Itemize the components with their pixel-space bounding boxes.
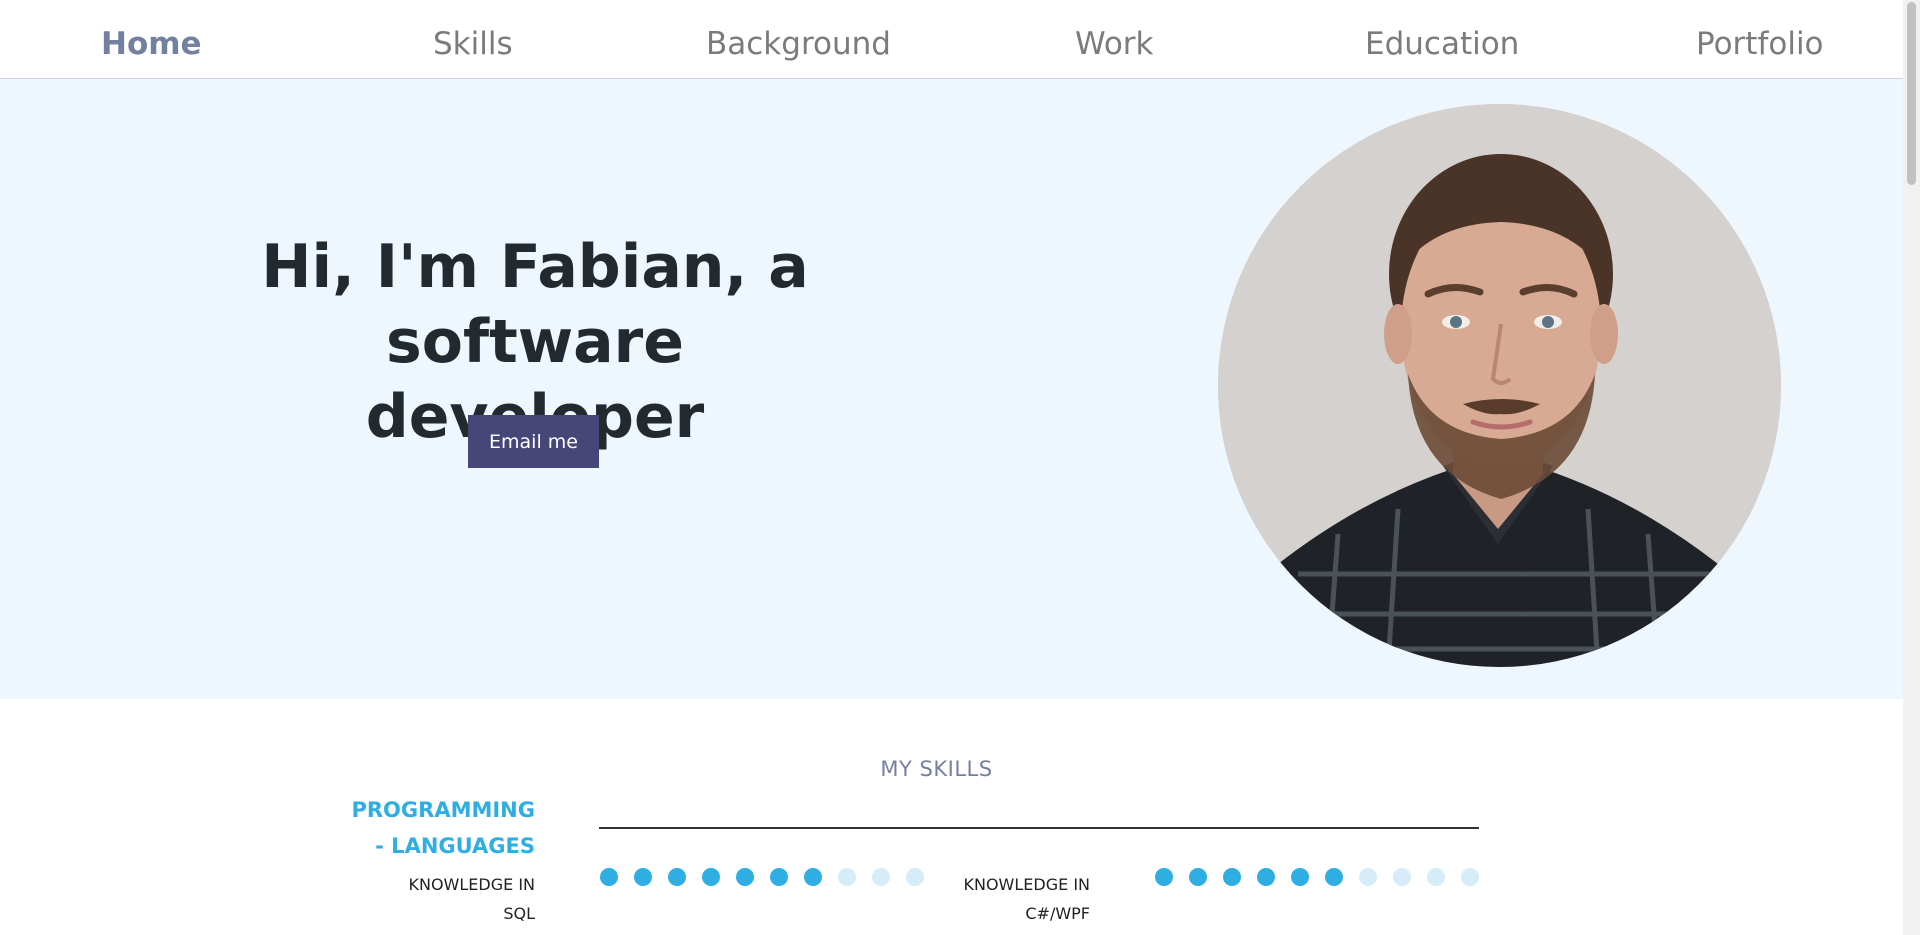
- section-divider: [599, 827, 1479, 829]
- skill-label-csharp-line-2: C#/WPF: [1025, 904, 1090, 923]
- hero-section: Hi, I'm Fabian, a software developer Ema…: [0, 79, 1903, 699]
- scrollbar-thumb[interactable]: [1907, 2, 1916, 185]
- skills-section-title: MY SKILLS: [880, 757, 993, 781]
- nav-item-home[interactable]: Home: [101, 22, 202, 66]
- skill-dot-filled: [1257, 868, 1275, 886]
- skill-category-line-2: - LANGUAGES: [375, 834, 535, 858]
- skill-label-sql: KNOWLEDGE IN SQL: [315, 870, 536, 928]
- skill-dot-empty: [1393, 868, 1411, 886]
- skill-dot-filled: [1189, 868, 1207, 886]
- skill-dot-filled: [1155, 868, 1173, 886]
- skill-dot-filled: [736, 868, 754, 886]
- skill-dot-filled: [600, 868, 618, 886]
- skill-dot-empty: [838, 868, 856, 886]
- skill-dot-empty: [1427, 868, 1445, 886]
- skill-dot-empty: [1461, 868, 1479, 886]
- vertical-scrollbar[interactable]: [1903, 0, 1920, 935]
- skill-dot-filled: [1223, 868, 1241, 886]
- nav-item-portfolio[interactable]: Portfolio: [1696, 22, 1824, 66]
- skill-label-csharp: KNOWLEDGE IN C#/WPF: [870, 870, 1091, 928]
- skill-dot-filled: [770, 868, 788, 886]
- profile-photo: [1218, 104, 1781, 667]
- profile-photo-illustration: [1218, 104, 1781, 667]
- page: Home Skills Background Work Education Po…: [0, 0, 1920, 935]
- email-me-button[interactable]: Email me: [468, 415, 599, 468]
- skill-rating-csharp: [1155, 868, 1479, 886]
- skill-dot-filled: [804, 868, 822, 886]
- skill-category-line-1: PROGRAMMING: [351, 798, 536, 822]
- skill-dot-filled: [668, 868, 686, 886]
- skill-dot-empty: [1359, 868, 1377, 886]
- hero-title-line-1: Hi, I'm Fabian, a software: [261, 232, 809, 377]
- nav-item-background[interactable]: Background: [706, 22, 891, 66]
- skill-label-sql-line-2: SQL: [503, 904, 535, 923]
- skill-dot-filled: [1325, 868, 1343, 886]
- skill-label-sql-line-1: KNOWLEDGE IN: [408, 875, 536, 894]
- nav-item-education[interactable]: Education: [1365, 22, 1519, 66]
- skill-dot-filled: [702, 868, 720, 886]
- skill-label-csharp-line-1: KNOWLEDGE IN: [963, 875, 1091, 894]
- nav-item-skills[interactable]: Skills: [433, 22, 513, 66]
- skill-dot-filled: [634, 868, 652, 886]
- skill-category-title: PROGRAMMING - LANGUAGES: [300, 792, 536, 864]
- skill-dot-filled: [1291, 868, 1309, 886]
- top-navigation: Home Skills Background Work Education Po…: [0, 0, 1903, 79]
- nav-item-work[interactable]: Work: [1075, 22, 1154, 66]
